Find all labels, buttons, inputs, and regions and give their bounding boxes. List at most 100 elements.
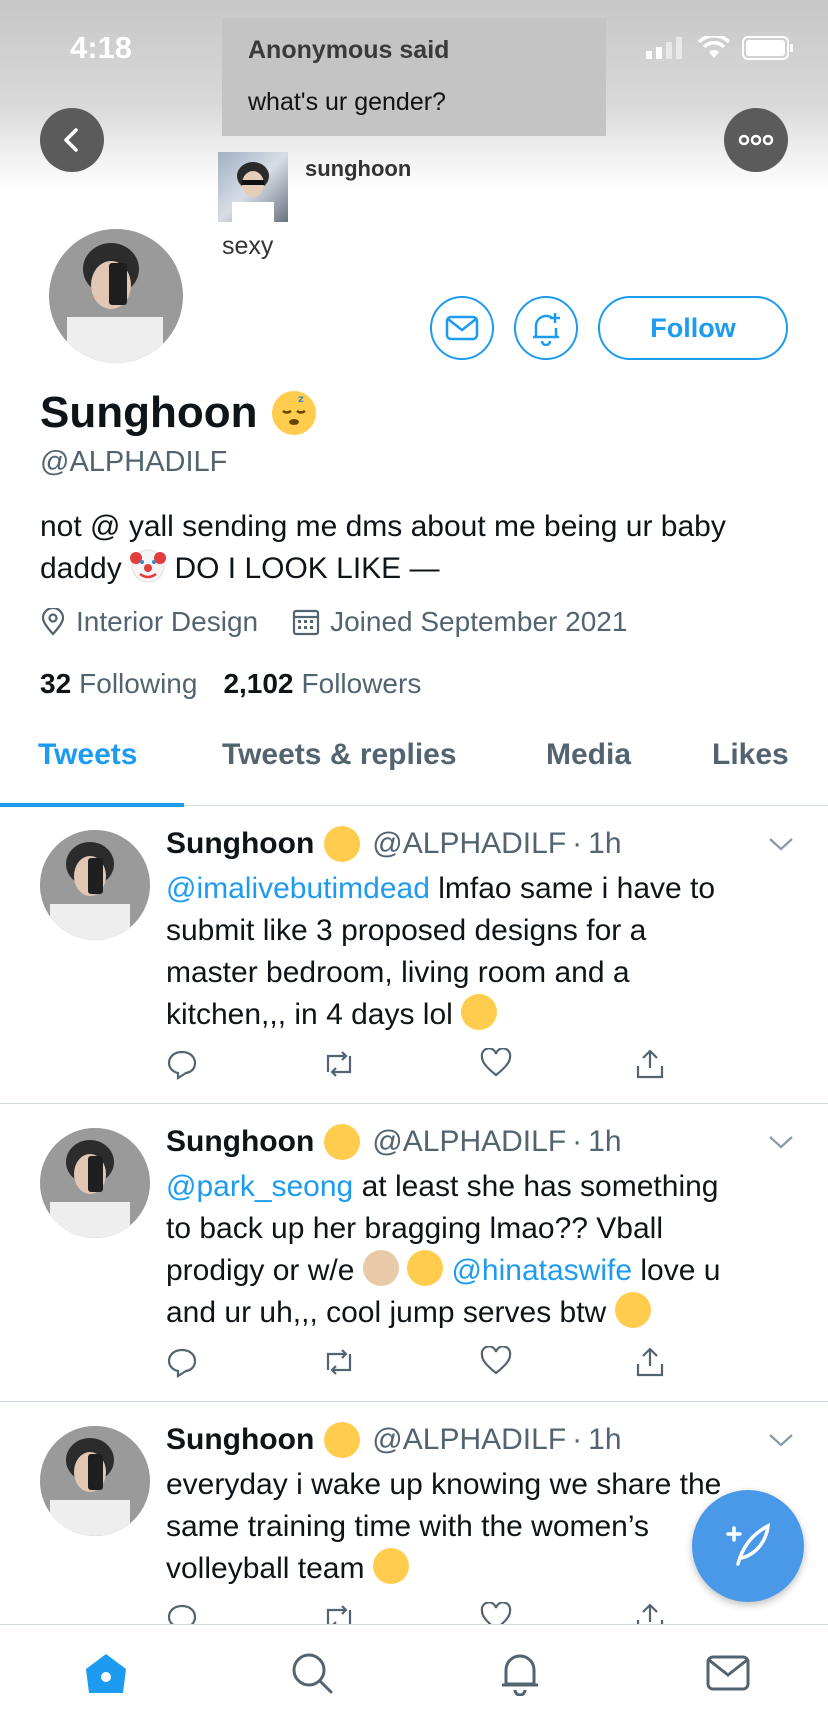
tweet-text-segment: love u [640, 1254, 721, 1287]
search-icon [292, 1653, 333, 1694]
tweet-text-segment: master bedroom, living room and a [166, 956, 630, 989]
cellular-signal-icon [646, 37, 682, 59]
retweet-icon[interactable] [320, 1346, 358, 1378]
tweet-header: Sunghoon @ALPHADILF · 1h [166, 826, 622, 862]
following-link[interactable]: 32 Following [40, 668, 197, 700]
wifi-icon [698, 36, 730, 58]
tweet-header: Sunghoon @ALPHADILF · 1h [166, 1422, 622, 1458]
bottom-navigation [0, 1624, 828, 1724]
notifications-icon [502, 1654, 538, 1696]
tweet-item[interactable]: Sunghoon @ALPHADILF · 1h @park_seong at … [0, 1104, 828, 1402]
profile-joined-date: Joined September 2021 [292, 606, 627, 638]
messages-icon [706, 1655, 750, 1691]
like-icon[interactable] [480, 1048, 512, 1078]
compose-tweet-button[interactable] [692, 1490, 804, 1602]
tab-media[interactable]: Media [546, 738, 631, 772]
back-button[interactable] [40, 108, 104, 172]
tweet-actions [166, 1346, 666, 1378]
call-me-hand-emoji [362, 1250, 399, 1286]
tweet-text-segment: same training time with the women’s [166, 1510, 649, 1543]
tweet-avatar[interactable] [40, 1426, 150, 1536]
reply-icon[interactable] [166, 1602, 198, 1624]
profile-bio: not @ yall sending me dms about me being… [40, 506, 800, 590]
calendar-icon [292, 609, 320, 636]
tweet-timestamp: 1h [588, 1125, 622, 1158]
kissing-face-emoji [614, 1292, 651, 1328]
tweet-mention-link[interactable]: @hinataswife [451, 1254, 632, 1287]
tweet-text: everyday i wake up knowing we share the … [166, 1464, 786, 1590]
sleeping-face-emoji [324, 1124, 361, 1160]
anonymous-question-text: what's ur gender? [248, 88, 446, 116]
nav-search[interactable] [286, 1647, 338, 1699]
follow-button[interactable]: Follow [598, 296, 788, 360]
tweet-header: Sunghoon @ALPHADILF · 1h [166, 1124, 622, 1160]
tweet-author-handle: @ALPHADILF [372, 1125, 567, 1158]
share-icon[interactable] [634, 1602, 666, 1624]
tweet-mention-link[interactable]: @park_seong [166, 1170, 353, 1203]
like-icon[interactable] [480, 1602, 512, 1624]
tweet-avatar[interactable] [40, 830, 150, 940]
tweet-text-segment: and ur uh,,, cool jump serves btw [166, 1296, 607, 1329]
nav-home[interactable] [80, 1647, 132, 1699]
share-icon[interactable] [634, 1048, 666, 1080]
compose-icon [726, 1522, 771, 1566]
profile-handle: @ALPHADILF [40, 446, 228, 478]
tweet-text-segment: prodigy or w/e [166, 1254, 355, 1287]
followers-count: 2,102 [223, 668, 294, 699]
tweet-dot-separator: · [572, 1125, 583, 1158]
reply-preview-text: sexy [222, 232, 274, 260]
message-button[interactable] [430, 296, 494, 360]
battery-icon [742, 36, 793, 60]
tweet-item[interactable]: Sunghoon @ALPHADILF · 1h @imalivebutimde… [0, 806, 828, 1104]
tweet-author-name[interactable]: Sunghoon [166, 1423, 314, 1457]
tweet-actions [166, 1048, 666, 1080]
more-options-button[interactable] [724, 108, 788, 172]
reply-preview-avatar [218, 152, 288, 222]
tweet-author-name[interactable]: Sunghoon [166, 827, 314, 861]
tweet-text-segment: volleyball team [166, 1552, 365, 1585]
tweet-text-segment: at least she has something [361, 1170, 719, 1203]
tab-likes[interactable]: Likes [712, 738, 789, 772]
zany-face-emoji [461, 994, 498, 1030]
reply-icon[interactable] [166, 1048, 198, 1080]
notification-subscribe-button[interactable] [514, 296, 578, 360]
like-icon[interactable] [480, 1346, 512, 1376]
reply-icon[interactable] [166, 1346, 198, 1378]
bio-line-2b: DO I LOOK LIKE — [174, 552, 440, 585]
tab-tweets-and-replies[interactable]: Tweets & replies [222, 738, 457, 772]
clown-face-emoji [130, 548, 167, 584]
share-icon[interactable] [634, 1346, 666, 1378]
location-text: Interior Design [76, 606, 259, 637]
followers-link[interactable]: 2,102 Followers [223, 668, 421, 700]
tweet-dot-separator: · [572, 1423, 583, 1456]
tweet-text: @imalivebutimdead lmfao same i have to s… [166, 868, 766, 1036]
tab-tweets[interactable]: Tweets [38, 738, 137, 772]
followers-label: Followers [301, 668, 422, 699]
sleeping-face-emoji [324, 826, 361, 862]
profile-location: Interior Design [40, 606, 258, 638]
nav-notifications[interactable] [494, 1647, 546, 1699]
profile-avatar[interactable] [46, 226, 186, 366]
tweet-author-name[interactable]: Sunghoon [166, 1125, 314, 1159]
tweet-timestamp: 1h [588, 827, 622, 860]
reply-preview-name: sunghoon [305, 156, 412, 181]
status-bar-icons [646, 36, 794, 60]
nav-messages[interactable] [702, 1647, 754, 1699]
home-icon [86, 1654, 126, 1693]
tweet-dot-separator: · [572, 827, 583, 860]
tweet-text-segment: submit like 3 proposed designs for a [166, 914, 647, 947]
retweet-icon[interactable] [320, 1048, 358, 1080]
tweet-text-segment: lmfao same i have to [438, 872, 716, 905]
tweet-mention-link[interactable]: @imalivebutimdead [166, 872, 430, 905]
zany-face-emoji [407, 1250, 444, 1286]
tweet-text: @park_seong at least she has something t… [166, 1166, 766, 1334]
follow-counts: 32 Following 2,102 Followers [40, 668, 421, 700]
chevron-down-icon[interactable] [768, 1134, 794, 1150]
tweet-text-segment: kitchen,,, in 4 days lol [166, 998, 453, 1031]
retweet-icon[interactable] [320, 1602, 358, 1624]
chevron-down-icon[interactable] [768, 1432, 794, 1448]
profile-display-name: Sunghoon z [40, 388, 316, 438]
chevron-down-icon[interactable] [768, 836, 794, 852]
notification-bell-icon [533, 313, 560, 346]
tweet-avatar[interactable] [40, 1128, 150, 1238]
